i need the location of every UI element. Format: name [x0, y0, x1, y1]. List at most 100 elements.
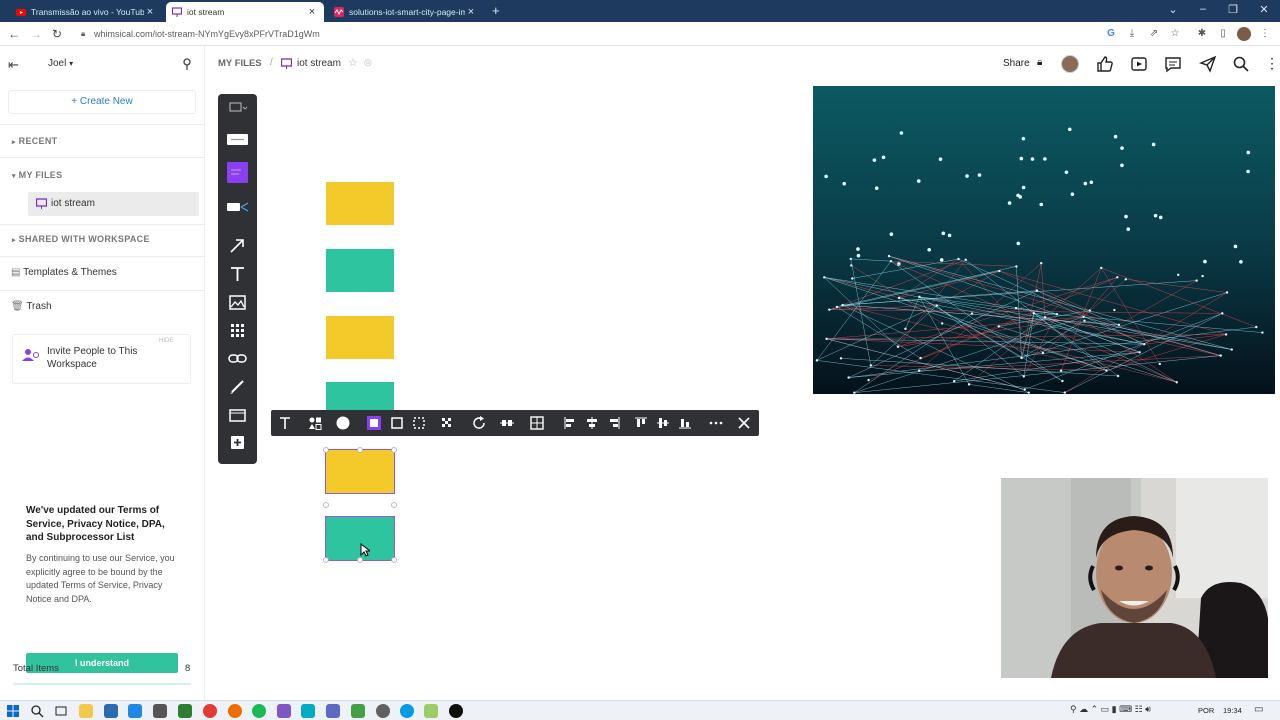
connector-shapes-tool-icon[interactable]	[227, 197, 248, 218]
sidebar-item-iot-stream[interactable]: iot stream	[28, 192, 199, 216]
app-purple-icon[interactable]	[277, 704, 291, 718]
fill-color-icon[interactable]	[335, 415, 351, 431]
chevron-down-icon[interactable]: ⌄	[1165, 3, 1181, 16]
restore-icon[interactable]: ❐	[1225, 3, 1241, 16]
align-left-icon[interactable]	[562, 415, 578, 431]
tab-smart-city[interactable]: solutions-iot-smart-city-page-im ×	[328, 2, 483, 22]
app-teal-icon[interactable]	[301, 704, 315, 718]
present-video-icon[interactable]	[1130, 55, 1148, 73]
browser-menu-icon[interactable]: ⋮	[1258, 27, 1272, 41]
distribute-icon[interactable]	[499, 415, 515, 431]
avatar[interactable]	[1061, 55, 1079, 73]
task-view-icon[interactable]	[54, 704, 68, 718]
visual-studio-icon[interactable]	[326, 704, 340, 718]
hide-button[interactable]: HIDE	[159, 338, 173, 344]
thumbs-up-icon[interactable]	[1096, 55, 1114, 73]
align-top-icon[interactable]	[633, 415, 649, 431]
close-icon[interactable]	[736, 415, 752, 431]
download-icon[interactable]: ⤓	[1125, 27, 1139, 41]
collapse-sidebar-icon[interactable]: ⇤	[8, 57, 19, 73]
pencil-tool-icon[interactable]	[227, 376, 248, 397]
comment-icon[interactable]	[1164, 55, 1182, 73]
vscode-icon[interactable]	[128, 704, 142, 718]
tab-iot-stream[interactable]: iot stream ×	[166, 2, 324, 22]
spotify-icon[interactable]	[252, 704, 266, 718]
tray-icons[interactable]: ⚲ ☁ ⌃ ▭ ▮ ⌨ ☷ 🔊︎	[1070, 704, 1151, 715]
clock[interactable]: 19:34	[1223, 706, 1242, 715]
align-middle-icon[interactable]	[655, 415, 671, 431]
breadcrumb-my-files[interactable]: MY FILES	[218, 58, 262, 69]
favorite-star-icon[interactable]: ☆	[348, 56, 358, 69]
close-icon[interactable]: ×	[306, 6, 318, 18]
tab-youtube[interactable]: Transmissão ao vivo - YouTube S ×	[10, 2, 162, 22]
invite-card[interactable]: HIDE Invite People to This Workspace	[12, 334, 191, 384]
align-bottom-icon[interactable]	[677, 415, 693, 431]
terminal-icon[interactable]	[153, 704, 167, 718]
language-indicator[interactable]: POR	[1198, 706, 1214, 715]
teal-rectangle-1[interactable]	[326, 249, 394, 292]
extensions-puzzle-icon[interactable]: ✱	[1195, 27, 1209, 41]
sticky-note-tool-icon[interactable]	[227, 162, 248, 183]
transparency-icon[interactable]	[439, 415, 455, 431]
minimize-icon[interactable]: –	[1195, 3, 1211, 15]
workspace-user-dropdown[interactable]: Joel ▾	[48, 58, 73, 69]
close-icon[interactable]: ×	[144, 6, 156, 18]
search-icon[interactable]	[1232, 55, 1250, 73]
group-grid-icon[interactable]	[529, 415, 545, 431]
google-icon[interactable]: G	[1104, 27, 1118, 41]
yellow-rectangle-2[interactable]	[326, 316, 394, 359]
recent-section[interactable]: ▸ RECENT	[12, 136, 216, 146]
board-type-icon[interactable]	[227, 98, 248, 119]
notifications-icon[interactable]: ▭	[1254, 704, 1263, 715]
border-style-icon[interactable]	[389, 415, 405, 431]
profile-avatar[interactable]	[1237, 27, 1251, 41]
rotate-icon[interactable]	[471, 415, 487, 431]
app-lime-icon[interactable]	[351, 704, 365, 718]
my-files-section[interactable]: ▾ MY FILES	[12, 170, 216, 180]
border-dashed-icon[interactable]	[411, 415, 427, 431]
app-blue-icon[interactable]	[400, 704, 414, 718]
new-tab-button[interactable]: +	[492, 3, 500, 18]
store-app-icon[interactable]	[104, 704, 118, 718]
image-tool-icon[interactable]	[227, 292, 248, 313]
pin-icon[interactable]	[182, 58, 192, 70]
align-right-icon[interactable]	[606, 415, 622, 431]
obs-icon[interactable]	[449, 704, 463, 718]
templates-themes-item[interactable]: ▤ Templates & Themes	[11, 267, 215, 278]
firefox-icon[interactable]	[228, 704, 242, 718]
shared-section[interactable]: ▸ SHARED WITH WORKSPACE	[12, 234, 216, 244]
text-tool-icon[interactable]	[227, 264, 248, 285]
border-color-icon[interactable]	[366, 415, 382, 431]
file-explorer-icon[interactable]	[79, 704, 93, 718]
align-center-icon[interactable]	[584, 415, 600, 431]
back-arrow-icon[interactable]: ←	[6, 26, 22, 42]
app-green-icon[interactable]	[178, 704, 192, 718]
window-close-icon[interactable]: ✕	[1256, 3, 1272, 16]
add-more-icon[interactable]	[227, 432, 248, 453]
link-tool-icon[interactable]	[227, 348, 248, 369]
teal-rectangle-2[interactable]	[326, 382, 394, 410]
frame-tool-icon[interactable]	[227, 404, 248, 425]
side-panel-icon[interactable]: ▯	[1216, 27, 1230, 41]
url-field[interactable]: 🔒︎ whimsical.com/iot-stream-NYmYgEvy8xPF…	[78, 25, 1088, 43]
reload-icon[interactable]: ↻	[49, 26, 65, 42]
grid-apps-icon[interactable]	[227, 320, 248, 341]
app-gray-icon[interactable]	[376, 704, 390, 718]
text-format-icon[interactable]	[277, 415, 293, 431]
yellow-rectangle-1[interactable]	[326, 182, 394, 225]
windows-start-icon[interactable]	[6, 704, 20, 718]
smart-city-image[interactable]	[813, 86, 1275, 394]
text-block-tool-icon[interactable]	[227, 129, 248, 150]
more-horizontal-icon[interactable]	[708, 415, 724, 431]
forward-arrow-icon[interactable]: →	[28, 26, 44, 42]
trash-item[interactable]: 🗑︎ Trash	[11, 301, 215, 312]
shape-type-icon[interactable]	[307, 415, 323, 431]
more-vertical-icon[interactable]: ⋮	[1265, 55, 1279, 72]
search-icon[interactable]	[30, 704, 44, 718]
board-title[interactable]: iot stream	[297, 58, 341, 69]
arrow-tool-icon[interactable]	[227, 235, 248, 256]
share-button[interactable]: Share	[1003, 58, 1030, 69]
create-new-button[interactable]: + Create New	[8, 90, 196, 114]
app-light-green-icon[interactable]	[424, 704, 438, 718]
close-icon[interactable]: ×	[465, 6, 477, 18]
